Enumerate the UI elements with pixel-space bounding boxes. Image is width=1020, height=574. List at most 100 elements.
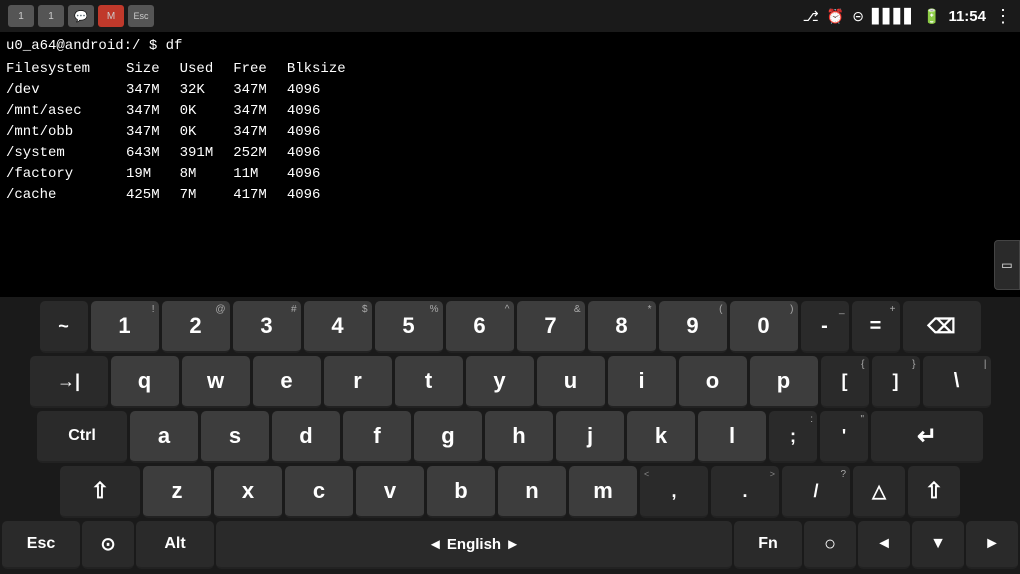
key-f[interactable]: f [343, 411, 411, 463]
key-enter[interactable]: ↵ [871, 411, 983, 463]
key-comma[interactable]: ,< [640, 466, 708, 518]
key-3[interactable]: 3# [233, 301, 301, 353]
table-header-row: Filesystem Size Used Free Blksize [6, 59, 366, 80]
key-quote[interactable]: '" [820, 411, 868, 463]
key-shift-left[interactable]: ⇧ [60, 466, 140, 518]
status-icons-right: ⎇ ⏰ ⊝ ▋▋▋▋ 🔋 11:54 ⋮ [803, 6, 1012, 27]
key-left[interactable]: ◄ [858, 521, 910, 569]
key-rbracket[interactable]: ]} [872, 356, 920, 408]
key-u[interactable]: u [537, 356, 605, 408]
key-language[interactable]: ◄ English ► [216, 521, 732, 569]
key-k[interactable]: k [627, 411, 695, 463]
key-b[interactable]: b [427, 466, 495, 518]
key-fn[interactable]: Fn [734, 521, 802, 569]
alarm-icon: ⏰ [827, 8, 844, 25]
key-x[interactable]: x [214, 466, 282, 518]
cell-0-4: 4096 [287, 80, 366, 101]
key-w[interactable]: w [182, 356, 250, 408]
key-2[interactable]: 2@ [162, 301, 230, 353]
cell-4-4: 4096 [287, 164, 366, 185]
key-t[interactable]: t [395, 356, 463, 408]
window-button[interactable]: ▭ [994, 240, 1020, 290]
key-q[interactable]: q [111, 356, 179, 408]
cell-4-2: 8M [180, 164, 234, 185]
cell-5-2: 7M [180, 185, 234, 206]
asdf-row: Ctrl a s d f g h j k l ;: '" ↵ [2, 411, 1018, 463]
notif-icon-gmail: M [98, 5, 124, 27]
key-c[interactable]: c [285, 466, 353, 518]
key-r[interactable]: r [324, 356, 392, 408]
key-shift-right[interactable]: ⇧ [908, 466, 960, 518]
cell-1-2: 0K [180, 101, 234, 122]
key-0[interactable]: 0) [730, 301, 798, 353]
key-1[interactable]: 1! [91, 301, 159, 353]
cell-0-1: 347M [126, 80, 180, 101]
key-9[interactable]: 9( [659, 301, 727, 353]
key-n[interactable]: n [498, 466, 566, 518]
notif-icon-2: 1 [38, 5, 64, 27]
key-right[interactable]: ► [966, 521, 1018, 569]
key-semicolon[interactable]: ;: [769, 411, 817, 463]
bottom-row: Esc ⊙ Alt ◄ English ► Fn ○ ◄ ▼ ► [2, 521, 1018, 569]
cell-3-0: /system [6, 143, 126, 164]
key-4[interactable]: 4$ [304, 301, 372, 353]
key-p[interactable]: p [750, 356, 818, 408]
key-g[interactable]: g [414, 411, 482, 463]
more-icon[interactable]: ⋮ [994, 6, 1012, 27]
table-row: /mnt/asec347M0K347M4096 [6, 101, 366, 122]
key-esc[interactable]: Esc [2, 521, 80, 569]
cell-1-1: 347M [126, 101, 180, 122]
key-5[interactable]: 5% [375, 301, 443, 353]
col-filesystem: Filesystem [6, 59, 126, 80]
cell-2-0: /mnt/obb [6, 122, 126, 143]
key-backspace[interactable]: ⌫ [903, 301, 981, 353]
cell-4-3: 11M [233, 164, 287, 185]
key-l[interactable]: l [698, 411, 766, 463]
key-7[interactable]: 7& [517, 301, 585, 353]
key-equal[interactable]: =+ [852, 301, 900, 353]
key-minus[interactable]: -_ [801, 301, 849, 353]
key-e[interactable]: e [253, 356, 321, 408]
signal-icon: ▋▋▋▋ [872, 8, 915, 25]
key-settings[interactable]: ⊙ [82, 521, 134, 569]
key-m[interactable]: m [569, 466, 637, 518]
df-table-body: /dev347M32K347M4096/mnt/asec347M0K347M40… [6, 80, 366, 206]
cell-3-1: 643M [126, 143, 180, 164]
cell-0-3: 347M [233, 80, 287, 101]
cell-5-0: /cache [6, 185, 126, 206]
key-tilde[interactable]: ~ [40, 301, 88, 353]
key-backslash[interactable]: \| [923, 356, 991, 408]
cell-1-0: /mnt/asec [6, 101, 126, 122]
cell-3-2: 391M [180, 143, 234, 164]
key-slash[interactable]: /? [782, 466, 850, 518]
key-6[interactable]: 6^ [446, 301, 514, 353]
window-icon: ▭ [1002, 255, 1012, 275]
key-j[interactable]: j [556, 411, 624, 463]
key-y[interactable]: y [466, 356, 534, 408]
df-output: Filesystem Size Used Free Blksize /dev34… [6, 59, 366, 206]
cell-3-4: 4096 [287, 143, 366, 164]
key-o[interactable]: o [679, 356, 747, 408]
key-i[interactable]: i [608, 356, 676, 408]
key-alt[interactable]: Alt [136, 521, 214, 569]
cell-1-4: 4096 [287, 101, 366, 122]
key-lbracket[interactable]: [{ [821, 356, 869, 408]
key-v[interactable]: v [356, 466, 424, 518]
key-h[interactable]: h [485, 411, 553, 463]
cell-2-3: 347M [233, 122, 287, 143]
key-a[interactable]: a [130, 411, 198, 463]
key-d[interactable]: d [272, 411, 340, 463]
key-ctrl[interactable]: Ctrl [37, 411, 127, 463]
key-tab[interactable]: →| [30, 356, 108, 408]
key-up-arrow[interactable]: △ [853, 466, 905, 518]
notif-icon-chat: 💬 [68, 5, 94, 27]
key-s[interactable]: s [201, 411, 269, 463]
key-8[interactable]: 8* [588, 301, 656, 353]
key-period[interactable]: .> [711, 466, 779, 518]
table-row: /mnt/obb347M0K347M4096 [6, 122, 366, 143]
key-down[interactable]: ▼ [912, 521, 964, 569]
status-bar: 1 1 💬 M Esc ⎇ ⏰ ⊝ ▋▋▋▋ 🔋 11:54 ⋮ [0, 0, 1020, 32]
key-z[interactable]: z [143, 466, 211, 518]
key-circle[interactable]: ○ [804, 521, 856, 569]
bluetooth-icon: ⎇ [803, 8, 819, 25]
